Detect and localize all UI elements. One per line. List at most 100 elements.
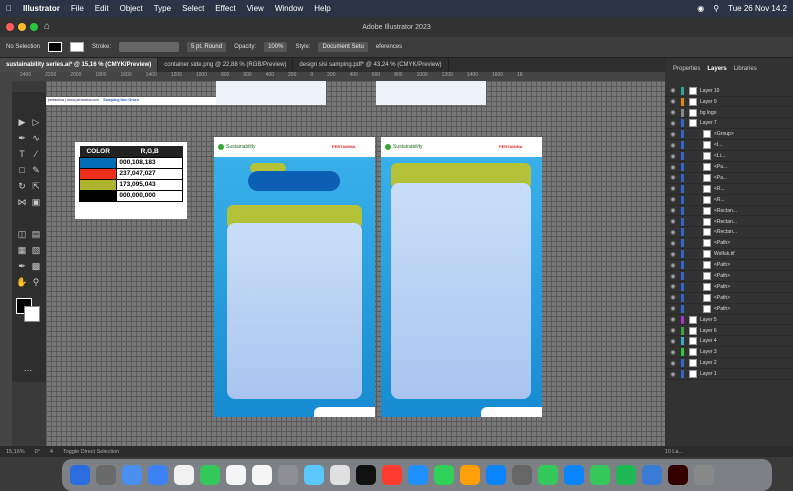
dock-app-icon[interactable] (486, 465, 506, 485)
visibility-eye-icon[interactable]: ◉ (665, 360, 681, 367)
layer-row[interactable]: ◉ Wolfuk.tif (665, 250, 793, 260)
layer-name[interactable]: <Path> (714, 273, 730, 279)
wifi-icon[interactable]: ◉ (697, 4, 704, 13)
visibility-eye-icon[interactable]: ◉ (665, 316, 681, 323)
menu-help[interactable]: Help (314, 4, 330, 13)
line-tool-icon[interactable]: ∕ (30, 148, 42, 160)
layer-name[interactable]: <Li... (714, 153, 725, 159)
visibility-eye-icon[interactable]: ◉ (665, 131, 681, 138)
gradient-tool-icon[interactable]: ▧ (30, 244, 42, 256)
layer-name[interactable]: <I... (714, 142, 722, 148)
dock-app-icon[interactable] (252, 465, 272, 485)
close-window-button[interactable] (6, 23, 14, 31)
layer-row[interactable]: ◉ Layer 5 (665, 315, 793, 326)
opacity-field[interactable]: 100% (264, 42, 288, 52)
dock-app-icon[interactable] (694, 465, 714, 485)
dock-app-icon[interactable] (460, 465, 480, 485)
visibility-eye-icon[interactable]: ◉ (665, 305, 681, 312)
layer-row[interactable]: ◉ bg logo (665, 108, 793, 119)
mesh-tool-icon[interactable]: ▦ (16, 244, 28, 256)
selection-tool-icon[interactable]: ▶ (16, 116, 28, 128)
dock-app-icon[interactable] (304, 465, 324, 485)
visibility-eye-icon[interactable]: ◉ (665, 185, 681, 192)
dock-app-icon[interactable] (668, 465, 688, 485)
visibility-eye-icon[interactable]: ◉ (665, 207, 681, 214)
visibility-eye-icon[interactable]: ◉ (665, 338, 681, 345)
pen-tool-icon[interactable]: ✒ (16, 132, 28, 144)
visibility-eye-icon[interactable]: ◉ (665, 229, 681, 236)
layer-name[interactable]: <Rectan... (714, 229, 737, 235)
layer-row[interactable]: ◉ <Rectan... (665, 217, 793, 228)
menu-edit[interactable]: Edit (95, 4, 109, 13)
layer-row[interactable]: ◉ Layer 2 (665, 359, 793, 369)
visibility-eye-icon[interactable]: ◉ (665, 196, 681, 203)
layer-name[interactable]: Layer 6 (700, 328, 717, 334)
layer-row[interactable]: ◉ Layer 3 (665, 348, 793, 359)
stroke-label[interactable]: Stroke: (92, 44, 111, 50)
rectangle-tool-icon[interactable]: □ (16, 164, 28, 176)
visibility-eye-icon[interactable]: ◉ (665, 153, 681, 160)
visibility-eye-icon[interactable]: ◉ (665, 327, 681, 334)
direct-selection-tool-icon[interactable]: ▷ (30, 116, 42, 128)
layer-name[interactable]: Layer 2 (700, 360, 717, 366)
layer-name[interactable]: <R... (714, 186, 725, 192)
dock-app-icon[interactable] (226, 465, 246, 485)
visibility-eye-icon[interactable]: ◉ (665, 240, 681, 247)
tab-layers[interactable]: Layers (707, 66, 726, 78)
more-tools-icon[interactable]: … (22, 362, 34, 374)
document-setup-button[interactable]: Document Setu (318, 42, 368, 52)
layer-row[interactable]: ◉ <Rectan... (665, 228, 793, 239)
layer-name[interactable]: Layer 10 (700, 88, 719, 94)
graph-tool-icon[interactable]: ▩ (30, 260, 42, 272)
fill-swatch[interactable] (48, 42, 63, 52)
tab-properties[interactable]: Properties (673, 66, 700, 78)
search-icon[interactable]: ⚲ (713, 4, 719, 13)
tab-sustainability[interactable]: sustainability series.ai* @ 15,16 % (CMY… (0, 58, 159, 72)
shape-builder-tool-icon[interactable]: ◫ (16, 228, 28, 240)
visibility-eye-icon[interactable]: ◉ (665, 218, 681, 225)
dock-app-icon[interactable] (382, 465, 402, 485)
layer-name[interactable]: <Rectan... (714, 208, 737, 214)
visibility-eye-icon[interactable]: ◉ (665, 174, 681, 181)
eyedropper-tool-icon[interactable]: ✒ (16, 260, 28, 272)
opacity-label[interactable]: Opacity: (234, 44, 256, 50)
layer-row[interactable]: ◉ Layer 4 (665, 337, 793, 348)
layer-row[interactable]: ◉ <Path> (665, 282, 793, 293)
zoom-level[interactable]: 15,16% (6, 449, 25, 455)
dock-app-icon[interactable] (538, 465, 558, 485)
artboard-number[interactable]: 4 (50, 449, 53, 455)
layer-row[interactable]: ◉ <R... (665, 195, 793, 206)
layer-row[interactable]: ◉ Layer 1 (665, 369, 793, 380)
layer-row[interactable]: ◉ <Path> (665, 260, 793, 271)
dock-app-icon[interactable] (96, 465, 116, 485)
layer-row[interactable]: ◉ Layer 6 (665, 326, 793, 337)
visibility-eye-icon[interactable]: ◉ (665, 87, 681, 94)
zoom-tool-icon[interactable]: ⚲ (30, 276, 42, 288)
layer-row[interactable]: ◉ Layer 10 (665, 86, 793, 97)
dock-app-icon[interactable] (200, 465, 220, 485)
menu-object[interactable]: Object (120, 4, 143, 13)
layer-row[interactable]: ◉ <Path> (665, 271, 793, 282)
layer-name[interactable]: Layer 3 (700, 349, 717, 355)
dock-app-icon[interactable] (278, 465, 298, 485)
layer-name[interactable]: <Path> (714, 295, 730, 301)
layer-row[interactable]: ◉ <R... (665, 184, 793, 195)
layer-name[interactable]: Wolfuk.tif (714, 251, 734, 257)
dock-app-icon[interactable] (408, 465, 428, 485)
visibility-eye-icon[interactable]: ◉ (665, 294, 681, 301)
maximize-window-button[interactable] (30, 23, 38, 31)
apple-icon[interactable]:  (6, 4, 12, 13)
stroke-color-icon[interactable] (24, 306, 40, 322)
visibility-eye-icon[interactable]: ◉ (665, 98, 681, 105)
brush-dropdown[interactable]: 5 pt. Round (187, 42, 227, 52)
visibility-eye-icon[interactable]: ◉ (665, 251, 681, 258)
layer-name[interactable]: Layer 5 (700, 317, 717, 323)
rotate-tool-icon[interactable]: ↻ (16, 180, 28, 192)
layer-name[interactable]: <Rectan... (714, 219, 737, 225)
dock-app-icon[interactable] (434, 465, 454, 485)
artboard-1[interactable]: Sustainability PERTAMINA (214, 137, 375, 417)
stroke-weight-field[interactable] (119, 42, 180, 52)
layer-name[interactable]: Layer 1 (700, 371, 717, 377)
type-tool-icon[interactable]: T (16, 148, 28, 160)
layer-row[interactable]: ◉ <Group> (665, 130, 793, 141)
